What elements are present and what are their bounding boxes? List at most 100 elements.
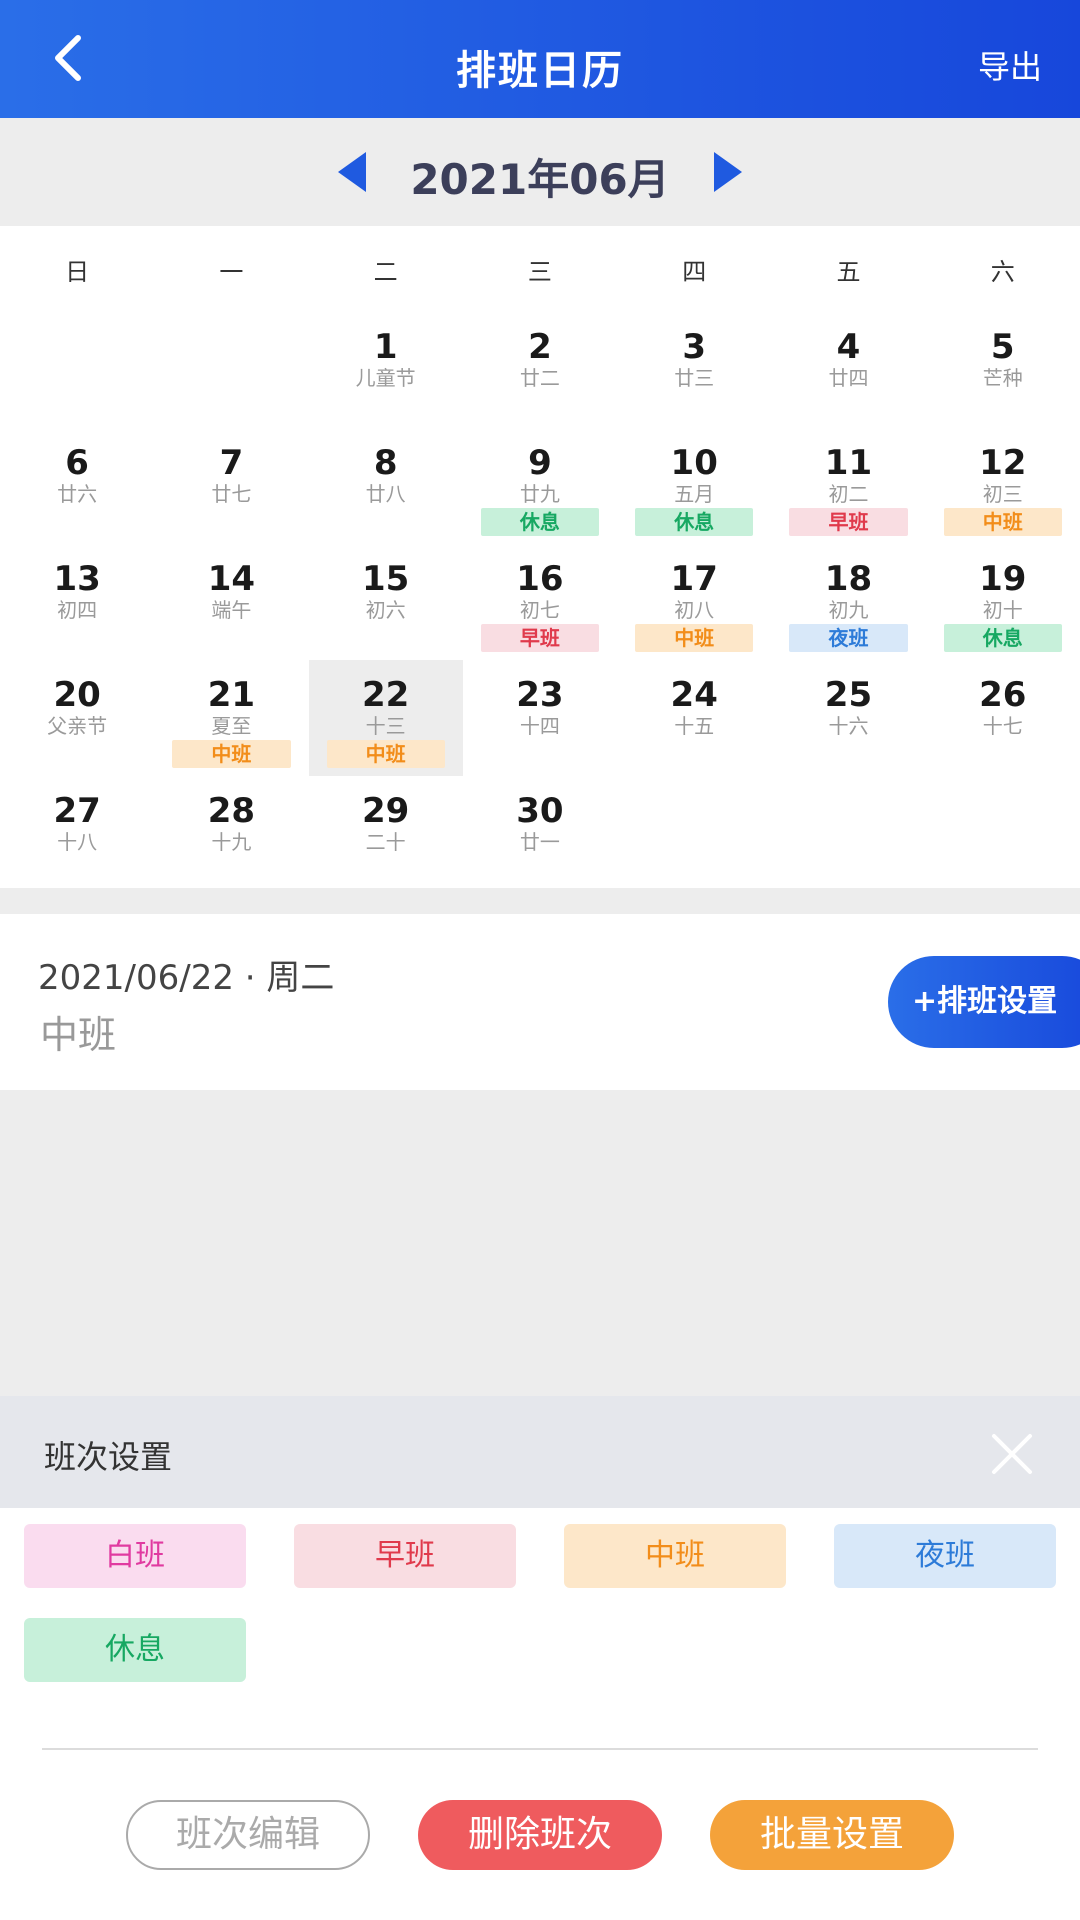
weekday-label: 三: [527, 257, 552, 286]
day-cell[interactable]: 7 廿七: [154, 428, 308, 544]
day-number: 11: [824, 443, 873, 483]
day-cell[interactable]: 26 十七: [926, 660, 1080, 776]
day-cell[interactable]: 16 初七 早班: [463, 544, 617, 660]
month-label: 2021年06月: [410, 155, 670, 204]
day-cell[interactable]: 23 十四: [463, 660, 617, 776]
edit-shift-button[interactable]: 班次编辑: [126, 1800, 370, 1870]
batch-setting-button[interactable]: 批量设置: [710, 1800, 954, 1870]
lunar-label: 初三: [982, 482, 1023, 506]
day-cell[interactable]: 13 初四: [0, 544, 154, 660]
day-cell[interactable]: 1 儿童节: [309, 312, 463, 428]
day-cell[interactable]: 11 初二 早班: [771, 428, 925, 544]
day-cell[interactable]: 10 五月 休息: [617, 428, 771, 544]
day-cell[interactable]: 24 十五: [617, 660, 771, 776]
day-number: 17: [670, 559, 718, 599]
empty-day-cell: [154, 312, 308, 428]
day-number: 24: [670, 675, 718, 715]
shift-tag: 中班: [943, 508, 1062, 536]
lunar-label: 初十: [982, 598, 1023, 622]
day-cell[interactable]: 25 十六: [771, 660, 925, 776]
shift-option-white[interactable]: 白班: [24, 1524, 246, 1588]
lunar-label: 廿六: [57, 482, 98, 506]
day-number: 25: [824, 675, 873, 715]
day-cell[interactable]: 20 父亲节: [0, 660, 154, 776]
day-cell[interactable]: 30 廿一: [463, 776, 617, 892]
day-number: 8: [373, 443, 398, 483]
day-number: 1: [373, 327, 398, 367]
prev-month-icon[interactable]: [330, 148, 378, 196]
lunar-label: 二十: [365, 830, 406, 854]
lunar-label: 初九: [828, 598, 869, 622]
day-cell[interactable]: 17 初八 中班: [617, 544, 771, 660]
lunar-label: 芒种: [982, 366, 1023, 390]
shift-tag: 早班: [789, 508, 908, 536]
day-number: 7: [219, 443, 244, 483]
shift-tag: 中班: [172, 740, 291, 768]
day-number: 12: [979, 443, 1027, 483]
day-cell[interactable]: 21 夏至 中班: [154, 660, 308, 776]
day-number: 21: [207, 675, 256, 715]
shift-option-early[interactable]: 早班: [294, 1524, 516, 1588]
schedule-setting-button[interactable]: +排班设置: [888, 956, 1080, 1048]
day-cell[interactable]: 5 芒种: [926, 312, 1080, 428]
day-cell[interactable]: 4 廿四: [771, 312, 925, 428]
day-cell[interactable]: 15 初六: [309, 544, 463, 660]
day-cell[interactable]: 8 廿八: [309, 428, 463, 544]
weekday-header: 日 一 二 三 四 五 六: [0, 226, 1080, 312]
shift-option-night[interactable]: 夜班: [834, 1524, 1056, 1588]
shift-tag: 休息: [480, 508, 600, 536]
day-cell[interactable]: 27 十八: [0, 776, 154, 892]
page-title: 排班日历: [456, 48, 624, 94]
day-number: 5: [990, 327, 1015, 367]
day-cell[interactable]: 18 初九 夜班: [771, 544, 925, 660]
day-cell[interactable]: 2 廿二: [463, 312, 617, 428]
lunar-label: 廿一: [519, 830, 560, 854]
lunar-label: 廿七: [211, 482, 252, 506]
day-number: 28: [207, 791, 256, 831]
day-number: 14: [207, 559, 256, 599]
day-cell[interactable]: 19 初十 休息: [926, 544, 1080, 660]
lunar-label: 初六: [365, 598, 406, 622]
day-number: 23: [516, 675, 564, 715]
lunar-label: 十九: [211, 830, 252, 854]
lunar-label: 儿童节: [355, 366, 416, 390]
export-button[interactable]: 导出: [978, 42, 1042, 88]
shift-panel-header: 班次设置: [0, 1396, 1080, 1508]
lunar-label: 五月: [674, 482, 715, 506]
day-number: 19: [979, 559, 1027, 599]
month-navigator: 2021年06月: [0, 118, 1080, 226]
day-number: 30: [516, 791, 564, 831]
shift-tag: 中班: [635, 624, 754, 652]
lunar-label: 端午: [211, 598, 252, 622]
calendar-grid: 日 一 二 三 四 五 六 1 儿童节 2 廿二 3 廿三 4 廿四 5 芒种 6 廿六 7 廿七 8 廿八 9…: [0, 226, 1080, 888]
day-cell[interactable]: 22 十三 中班: [308, 660, 463, 776]
day-cell[interactable]: 9 廿九 休息: [463, 428, 617, 544]
lunar-label: 十七: [982, 714, 1023, 738]
day-cell[interactable]: 6 廿六: [0, 428, 154, 544]
shift-option-rest[interactable]: 休息: [24, 1618, 246, 1682]
day-number: 18: [824, 559, 873, 599]
shift-panel-title: 班次设置: [44, 1438, 173, 1476]
shift-tag: 早班: [480, 624, 600, 652]
lunar-label: 初二: [828, 482, 869, 506]
lunar-label: 初八: [674, 598, 715, 622]
shift-panel-body: 白班 早班 中班 夜班 休息 班次编辑 删除班次 批量设置: [0, 1508, 1080, 1920]
day-number: 10: [670, 443, 718, 483]
day-cell[interactable]: 29 二十: [309, 776, 463, 892]
shift-tag: 中班: [326, 740, 445, 768]
lunar-label: 十八: [57, 830, 98, 854]
weekday-label: 四: [682, 257, 707, 286]
shift-option-mid[interactable]: 中班: [564, 1524, 786, 1588]
day-cell[interactable]: 14 端午: [154, 544, 308, 660]
day-cell[interactable]: 12 初三 中班: [926, 428, 1080, 544]
delete-shift-button[interactable]: 删除班次: [418, 1800, 662, 1870]
close-icon[interactable]: [990, 1432, 1034, 1476]
next-month-icon[interactable]: [702, 148, 750, 196]
day-cell[interactable]: 28 十九: [154, 776, 308, 892]
weekday-label: 五: [836, 257, 861, 286]
shift-tag: 休息: [635, 508, 754, 536]
selected-day-info: 2021/06/22 · 周二 中班 +排班设置: [0, 914, 1080, 1090]
day-cell[interactable]: 3 廿三: [617, 312, 771, 428]
day-number: 29: [362, 791, 410, 831]
lunar-label: 十三: [365, 714, 406, 738]
